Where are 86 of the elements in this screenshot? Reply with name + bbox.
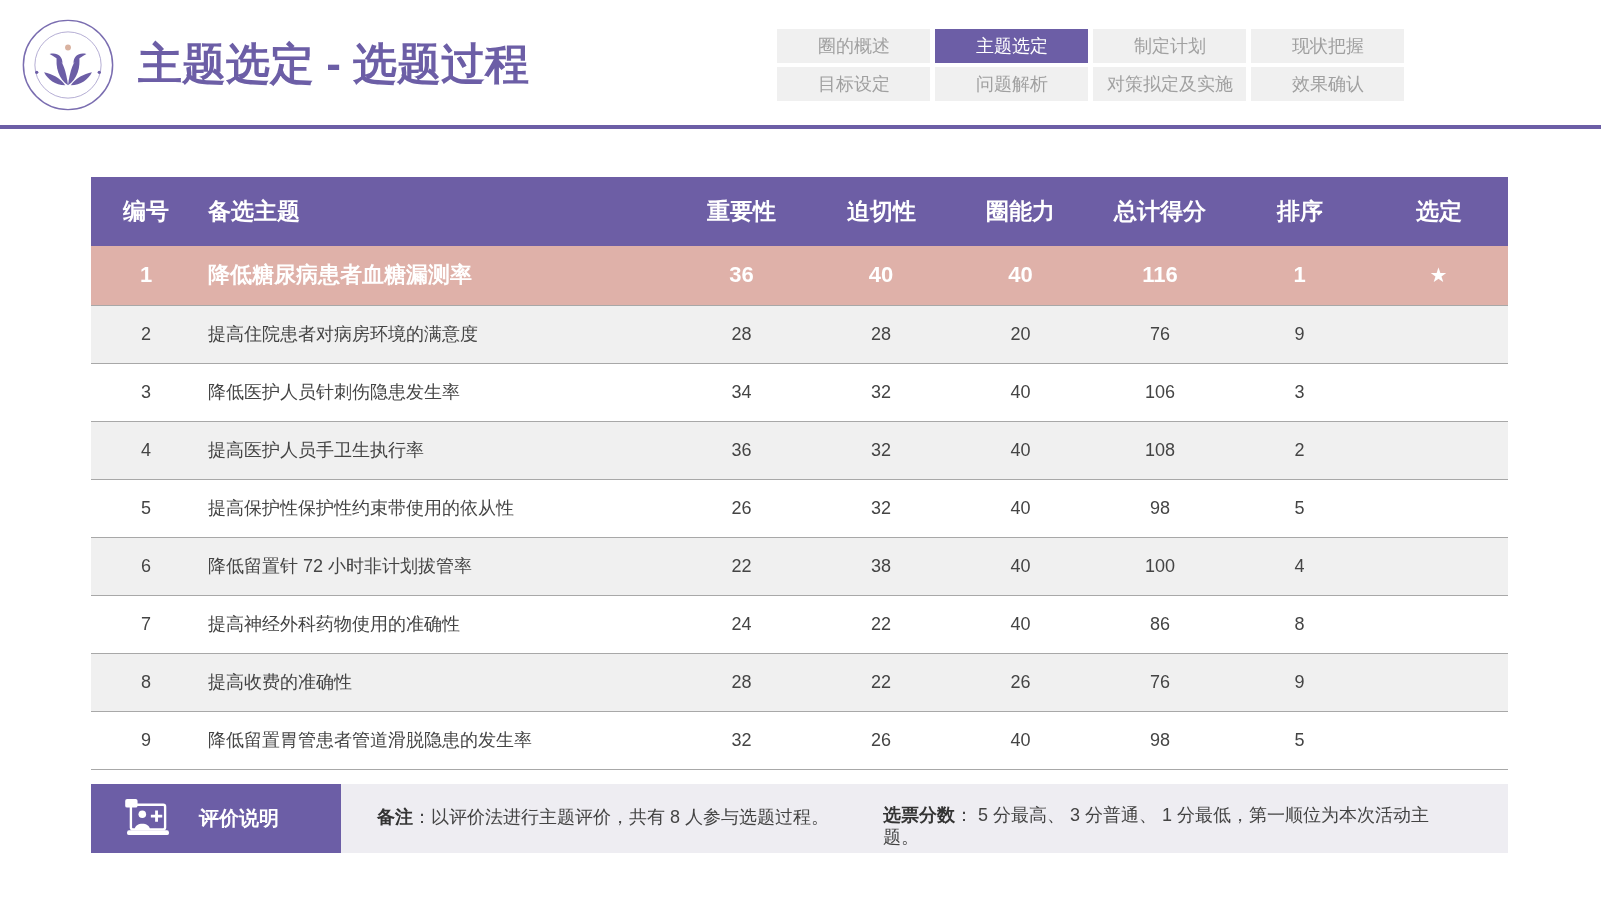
column-header: 重要性 (707, 198, 776, 224)
page-title: 主题选定 - 选题过程 (138, 38, 530, 90)
nav-tab[interactable]: 圈的概述 (777, 28, 930, 63)
table-cell: 40 (1010, 497, 1031, 518)
lotus-logo-icon (22, 18, 114, 111)
table-cell: 32 (871, 381, 891, 402)
table-cell: 38 (871, 555, 891, 576)
table-cell: 9 (1294, 671, 1305, 692)
table-cell: 26 (871, 729, 891, 750)
table-cell: 8 (1294, 613, 1305, 634)
table-cell: 116 (1142, 262, 1178, 288)
table-cell: 32 (871, 497, 891, 518)
table-cell: 86 (1150, 613, 1170, 634)
column-header: 总计得分 (1114, 198, 1206, 224)
table-cell: 8 (141, 671, 151, 692)
table-cell: 98 (1150, 729, 1170, 750)
table-cell: 28 (871, 323, 891, 344)
nav-tab[interactable]: 效果确认 (1251, 66, 1404, 101)
column-header: 备选主题 (208, 198, 300, 224)
nav-tab[interactable]: 现状把握 (1251, 28, 1404, 63)
column-header: 排序 (1276, 198, 1323, 224)
table-cell: 5 (1294, 497, 1305, 518)
table-cell: 提高神经外科药物使用的准确性 (208, 614, 460, 634)
nav-tab[interactable]: 制定计划 (1093, 28, 1246, 63)
table-cell: 3 (1294, 381, 1305, 402)
table-cell: 提高保护性保护性约束带使用的依从性 (208, 498, 514, 518)
table-cell: 40 (1010, 381, 1031, 402)
table-cell: 提高收费的准确性 (208, 672, 352, 692)
table-cell: 7 (141, 613, 151, 634)
table-cell: 108 (1144, 439, 1175, 460)
table-cell: 降低留置针 72 小时非计划拔管率 (208, 556, 473, 576)
table-cell: 40 (1008, 262, 1033, 288)
table-cell: 32 (871, 439, 891, 460)
table-cell: 9 (1294, 323, 1305, 344)
table-cell: 22 (871, 671, 891, 692)
table-cell: 34 (731, 381, 752, 402)
table-cell: 3 (141, 381, 151, 402)
column-header: 迫切性 (846, 198, 916, 224)
column-header: 编号 (123, 198, 169, 224)
table-cell: 2 (141, 323, 151, 344)
table-cell: 提高住院患者对病房环境的满意度 (208, 324, 478, 344)
note-text: 备注：以评价法进行主题评价，共有 8 人参与选题过程。 (377, 807, 829, 829)
table-cell: 28 (731, 323, 752, 344)
table-cell: 76 (1150, 323, 1170, 344)
nav-tab[interactable]: 对策拟定及实施 (1093, 66, 1246, 101)
table-cell: 40 (1010, 729, 1031, 750)
table-cell: 提高医护人员手卫生执行率 (208, 440, 424, 460)
table-cell: 106 (1144, 381, 1175, 402)
table-cell: 22 (871, 613, 891, 634)
presentation-board-icon (125, 799, 171, 837)
table-cell: 100 (1144, 555, 1175, 576)
table-cell: 降低留置胃管患者管道滑脱隐患的发生率 (208, 730, 532, 750)
table-cell: 5 (1294, 729, 1305, 750)
table-cell: 32 (731, 729, 752, 750)
nav-tab[interactable]: 主题选定 (935, 28, 1088, 63)
table-cell: 9 (141, 729, 151, 750)
column-header: 圈能力 (986, 198, 1055, 224)
table-cell: 36 (731, 439, 752, 460)
table-cell: 降低医护人员针刺伤隐患发生率 (208, 382, 460, 402)
table-cell: 4 (1294, 555, 1305, 576)
table-cell: 1 (1293, 262, 1306, 288)
table-cell: 40 (1010, 555, 1031, 576)
table-cell: 6 (141, 555, 151, 576)
table-cell: 1 (139, 262, 153, 288)
table-cell: 降低糖尿病患者血糖漏测率 (208, 262, 472, 288)
table-cell: 40 (868, 262, 894, 288)
nav-tab[interactable]: 问题解析 (935, 66, 1088, 101)
table-cell: 26 (731, 497, 752, 518)
table-cell: 2 (1294, 439, 1305, 460)
table-cell: 76 (1150, 671, 1170, 692)
table-cell: 24 (731, 613, 752, 634)
table-cell: 26 (1010, 671, 1031, 692)
table-cell: 28 (731, 671, 752, 692)
note-text: 选票分数： 5 分最高、 3 分普通、 1 分最低，第一顺位为本次活动主题。 (883, 805, 1431, 849)
column-header: 选定 (1415, 198, 1462, 224)
table-cell: 98 (1150, 497, 1170, 518)
table-cell: 40 (1010, 613, 1031, 634)
table-cell: 20 (1010, 323, 1031, 344)
table-cell: 36 (729, 262, 754, 288)
star-icon: ★ (1429, 264, 1448, 287)
table-cell: 5 (141, 497, 151, 518)
table-cell: 4 (141, 439, 151, 460)
footer-label: 评价说明 (199, 805, 279, 831)
table-cell: 40 (1010, 439, 1031, 460)
table-cell: 22 (731, 555, 752, 576)
nav-tab[interactable]: 目标设定 (777, 66, 930, 101)
